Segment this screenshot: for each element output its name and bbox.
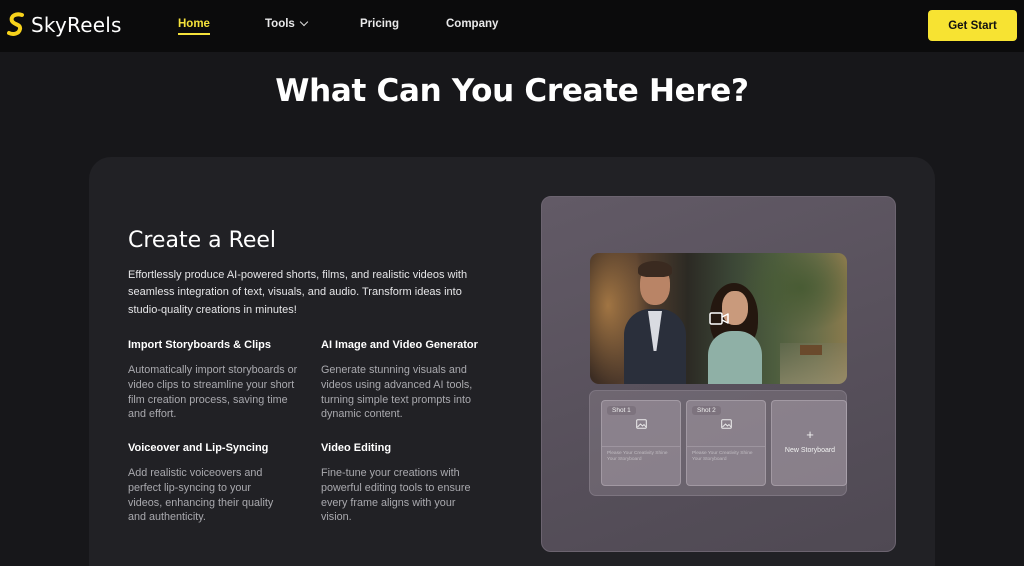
- shot-prompt-placeholder[interactable]: Please Your Creativity Shine Your Storyb…: [692, 451, 760, 463]
- video-camera-icon: [709, 312, 729, 325]
- brand-logo[interactable]: SkyReels: [7, 12, 122, 38]
- nav-tools[interactable]: Tools: [265, 17, 309, 30]
- feature-desc-voiceover: Add realistic voiceovers and perfect lip…: [128, 467, 274, 524]
- chevron-down-icon: [299, 17, 309, 27]
- feature-title-video-editing: Video Editing: [321, 442, 392, 454]
- get-start-button[interactable]: Get Start: [928, 10, 1017, 41]
- new-storyboard-label: New Storyboard: [784, 447, 836, 454]
- storyboard-shot[interactable]: Shot 1 Please Your Creativity Shine Your…: [601, 400, 681, 486]
- nav-pricing[interactable]: Pricing: [360, 18, 399, 30]
- feature-desc-ai-generator: Generate stunning visuals and videos usi…: [321, 364, 473, 421]
- shot-prompt-placeholder[interactable]: Please Your Creativity Shine Your Storyb…: [607, 451, 675, 463]
- skyreels-logo-icon: [7, 12, 24, 36]
- nav-company[interactable]: Company: [446, 18, 498, 30]
- storyboard-shot[interactable]: Shot 2 Please Your Creativity Shine Your…: [686, 400, 766, 486]
- image-icon: [721, 419, 732, 429]
- feature-title-voiceover: Voiceover and Lip-Syncing: [128, 442, 269, 454]
- shot-label: Shot 2: [692, 406, 721, 415]
- top-nav: SkyReels Home Tools Pricing Company Get …: [0, 0, 1024, 52]
- nav-home[interactable]: Home: [178, 18, 210, 35]
- shot-label: Shot 1: [607, 406, 636, 415]
- plus-icon: +: [806, 427, 814, 442]
- feature-title-ai-generator: AI Image and Video Generator: [321, 339, 478, 351]
- nav-tools-label: Tools: [265, 18, 295, 30]
- image-icon: [636, 419, 647, 429]
- feature-desc-video-editing: Fine-tune your creations with powerful e…: [321, 467, 471, 524]
- card-title: Create a Reel: [128, 228, 277, 253]
- feature-desc-import: Automatically import storyboards or vide…: [128, 364, 298, 421]
- card-description: Effortlessly produce AI-powered shorts, …: [128, 269, 468, 316]
- section-heading: What Can You Create Here?: [275, 73, 749, 109]
- brand-name: SkyReels: [31, 13, 122, 37]
- new-storyboard-button[interactable]: + New Storyboard: [771, 400, 847, 486]
- feature-title-import: Import Storyboards & Clips: [128, 339, 272, 351]
